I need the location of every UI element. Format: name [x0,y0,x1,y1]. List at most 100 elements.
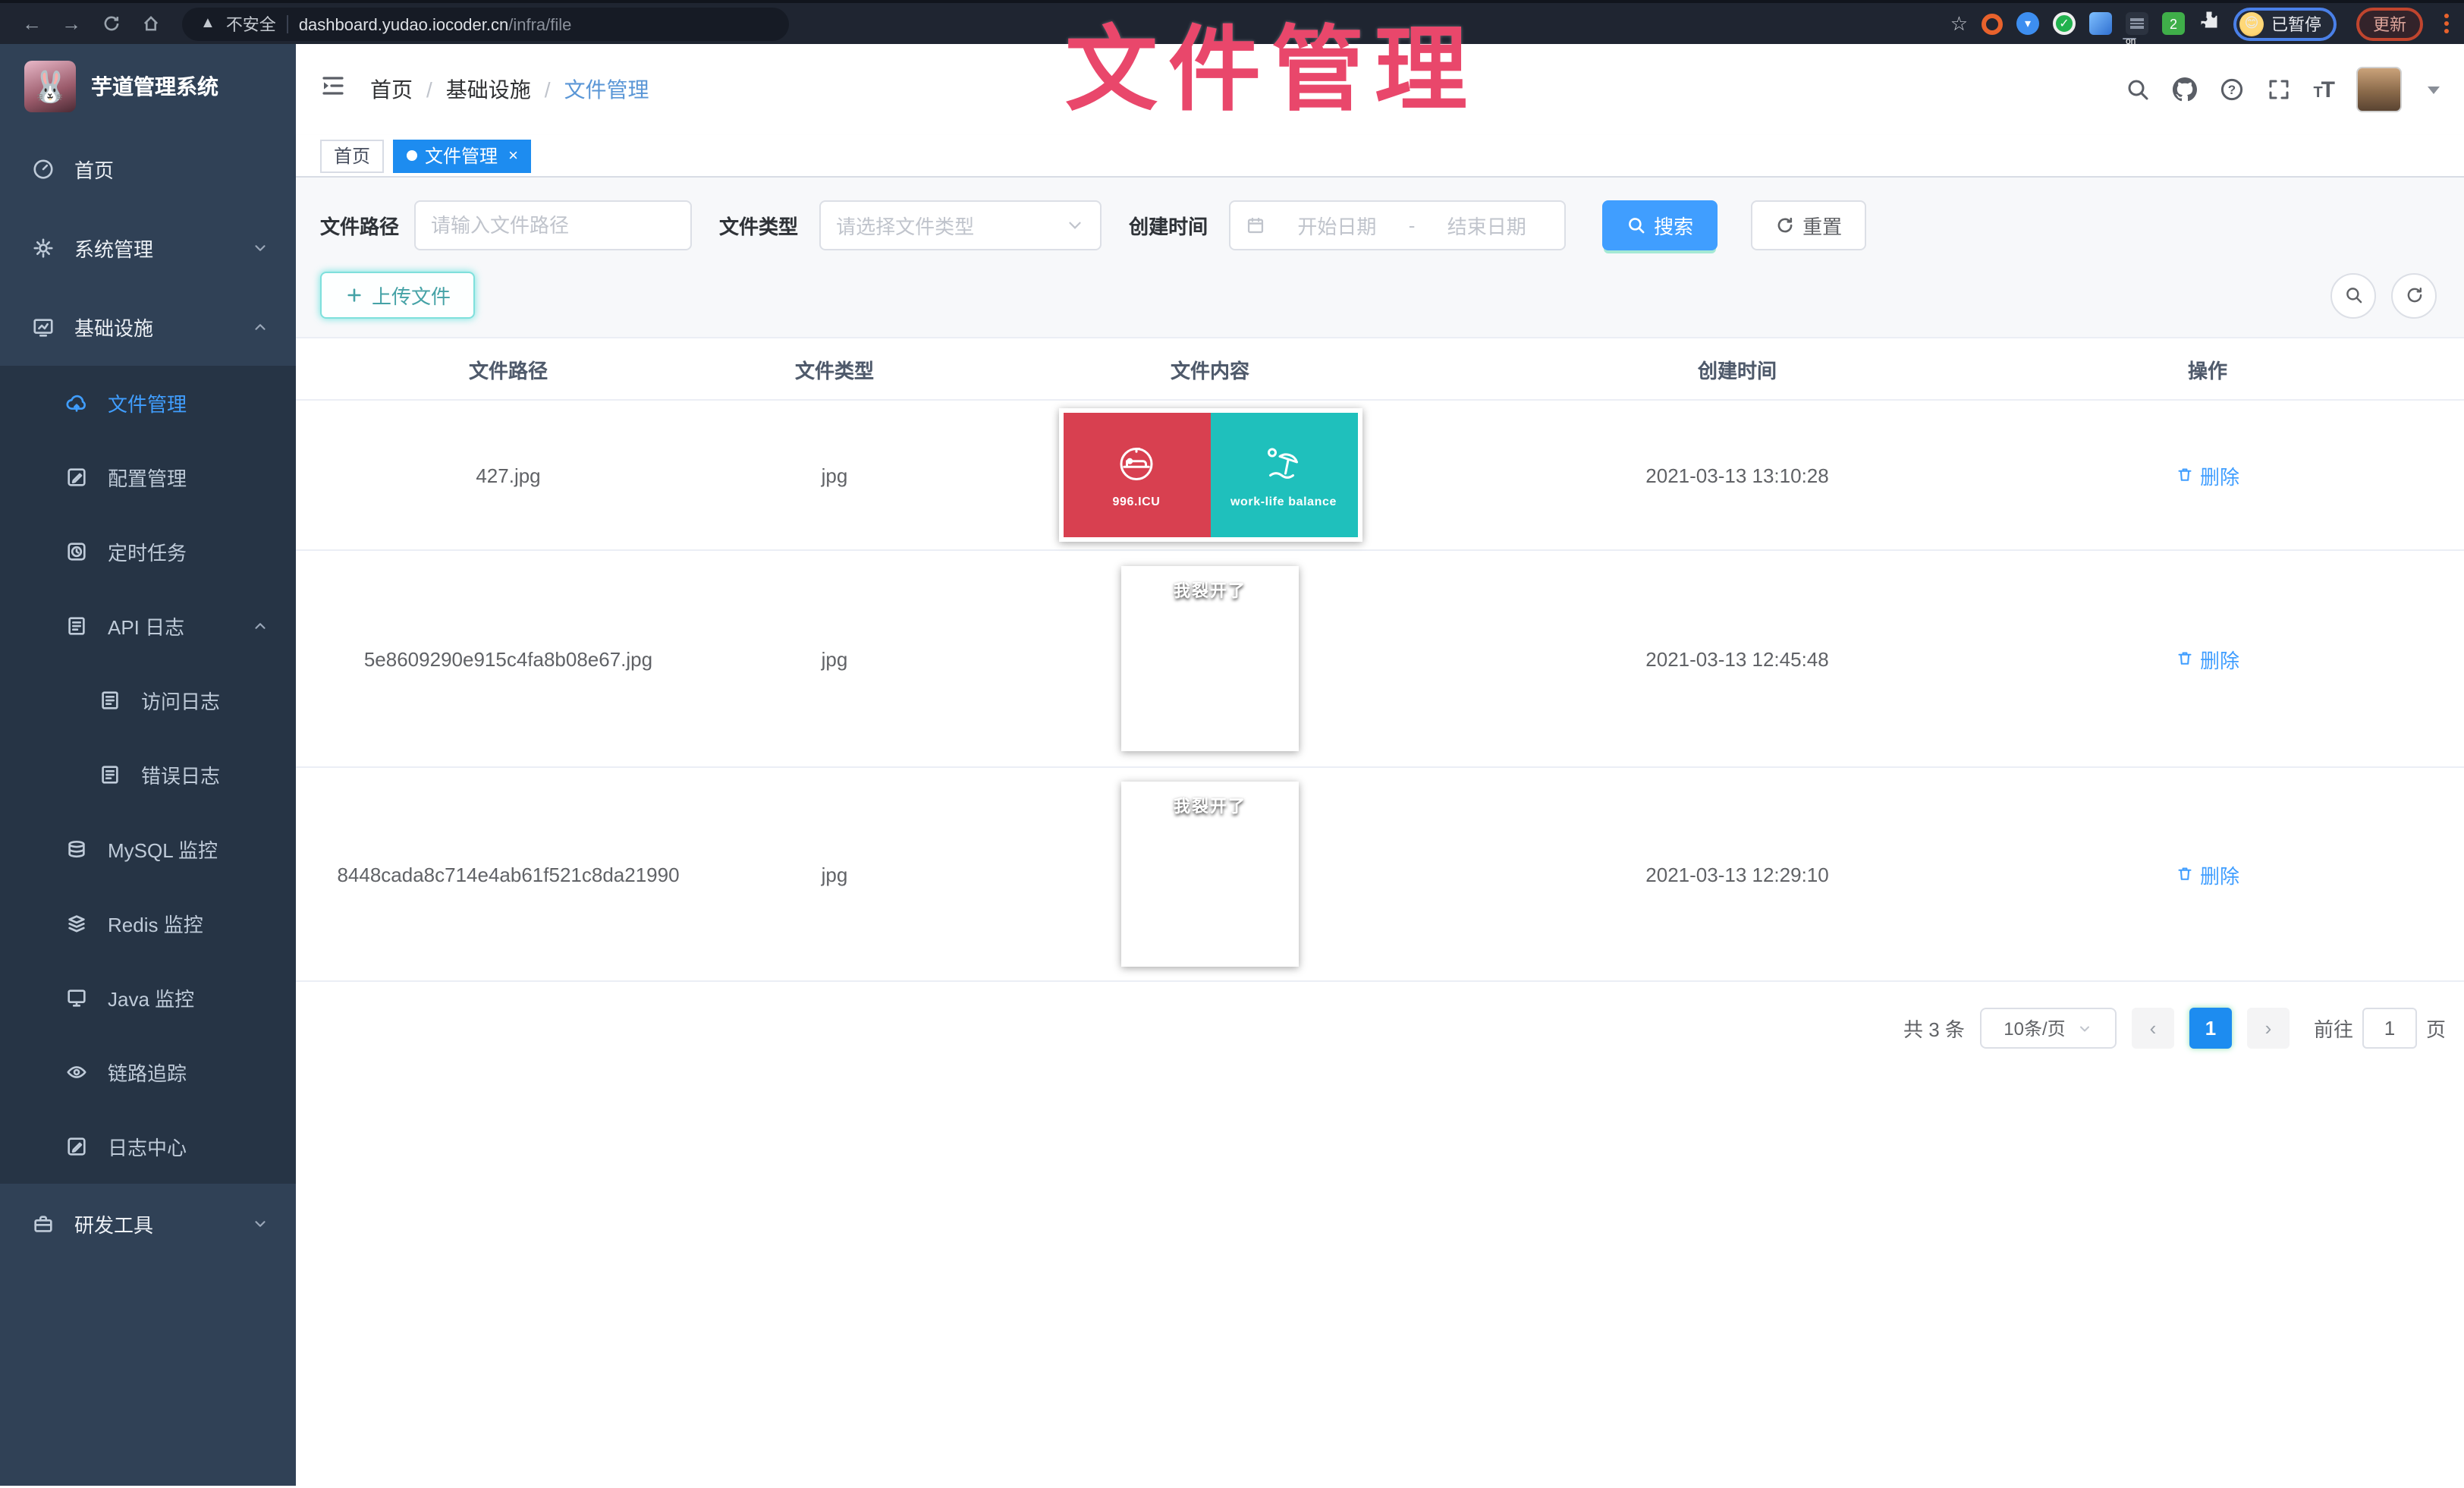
url-path: /infra/file [508,16,571,34]
refresh-icon [2404,285,2424,305]
font-size-icon[interactable]: TT [2313,77,2334,102]
address-bar[interactable]: ▲ 不安全 dashboard.yudao.iocoder.cn/infra/f… [182,7,789,40]
tag-file-management[interactable]: 文件管理× [393,139,532,172]
delete-button[interactable]: 删除 [2176,860,2239,889]
delete-button[interactable]: 删除 [2176,461,2239,489]
table-row: 5e8609290e915c4fa8b08e67.jpg jpg 我裂开了 20… [296,551,2464,768]
app-logo[interactable]: 🐰 芋道管理系统 [0,44,296,129]
next-page-button[interactable]: › [2247,1008,2290,1049]
sidebar-item-api-logs[interactable]: API 日志 [0,589,296,663]
header-search-icon[interactable] [2125,77,2149,102]
sidebar-item-error-logs[interactable]: 错误日志 [0,738,296,812]
breadcrumb-infrastructure: 基础设施 [446,74,531,105]
log-icon [99,689,121,712]
goto-label: 前往 [2314,1014,2353,1043]
edit-square-icon [65,466,88,489]
browser-home-button[interactable] [134,7,167,40]
trash-icon [2176,650,2194,668]
sidebar-item-log-center[interactable]: 日志中心 [0,1109,296,1184]
file-type-select[interactable]: 请选择文件类型 [819,200,1102,250]
toggle-search-button[interactable] [2330,272,2376,318]
search-icon [1626,215,1646,235]
browser-refresh-button[interactable] [94,7,127,40]
refresh-table-button[interactable] [2391,272,2437,318]
extension-list-icon[interactable]: on [2126,12,2148,35]
sidebar-item-access-logs[interactable]: 访问日志 [0,663,296,738]
log-icon [65,615,88,637]
on-badge: on [2123,37,2136,39]
page-size-select[interactable]: 10条/页 [1980,1008,2117,1049]
avatar-caret-icon[interactable] [2428,86,2440,93]
profile-paused-badge[interactable]: 😊已暂停 [2233,7,2337,40]
profile-avatar: 😊 [2239,11,2264,36]
sidebar-item-scheduled-tasks[interactable]: 定时任务 [0,514,296,589]
file-path-label: 文件路径 [320,211,399,240]
sidebar-item-dev-tools[interactable]: 研发工具 [0,1184,296,1263]
log-icon [99,763,121,786]
extension-blue-icon[interactable]: ▾ [2016,12,2039,35]
sidebar-item-home[interactable]: 首页 [0,129,296,208]
delete-button[interactable]: 删除 [2176,644,2239,673]
extension-orange-ring-icon[interactable] [1982,13,2003,34]
app-logo-image: 🐰 [24,61,76,112]
page-1-button[interactable]: 1 [2189,1008,2232,1049]
prev-page-button[interactable]: ‹ [2132,1008,2174,1049]
cell-type: jpg [721,464,948,486]
reset-button[interactable]: 重置 [1751,200,1866,250]
fullscreen-icon[interactable] [2266,77,2290,102]
sidebar-item-java-monitor[interactable]: Java 监控 [0,961,296,1035]
extension-green-2-icon[interactable]: 2 [2162,12,2185,35]
browser-chrome: ← → ▲ 不安全 dashboard.yudao.iocoder.cn/inf… [0,0,2464,44]
table-row: 427.jpg jpg 996.ICU [296,401,2464,551]
cell-path: 5e8609290e915c4fa8b08e67.jpg [296,647,721,670]
start-date-placeholder: 开始日期 [1274,211,1400,240]
sidebar-item-redis-monitor[interactable]: Redis 监控 [0,886,296,961]
breadcrumb-home[interactable]: 首页 [370,74,413,105]
chevron-up-icon [252,618,269,634]
browser-forward-button[interactable]: → [55,7,88,40]
help-icon[interactable]: ? [2219,77,2243,102]
sidebar-item-infrastructure[interactable]: 基础设施 [0,287,296,366]
file-path-input-wrap [414,200,692,250]
file-path-input[interactable] [431,214,675,237]
database-icon [65,838,88,860]
col-header-created: 创建时间 [1472,354,2003,383]
sidebar-item-config-management[interactable]: 配置管理 [0,440,296,514]
tag-home[interactable]: 首页 [320,139,384,172]
extension-green-check-icon[interactable]: ✓ [2053,12,2076,35]
sidebar-item-file-management[interactable]: 文件管理 [0,366,296,440]
file-preview-image[interactable]: 我裂开了 [1121,566,1299,751]
browser-update-button[interactable]: 更新 [2356,7,2423,40]
chevron-down-icon [1065,215,1085,235]
address-divider [287,14,288,33]
file-preview-image[interactable]: 996.ICU work-life balance [1058,408,1362,542]
chevron-down-icon [2078,1021,2093,1036]
table-row: 8448cada8c714e4ab61f521c8da21990 jpg 我裂开… [296,768,2464,982]
browser-back-button[interactable]: ← [15,7,49,40]
refresh-icon [1775,215,1795,235]
search-button[interactable]: 搜索 [1602,200,1718,250]
sidebar-item-system[interactable]: 系统管理 [0,208,296,287]
user-avatar[interactable] [2356,67,2402,112]
extension-gem-icon[interactable] [2089,12,2112,35]
breadcrumb-current: 文件管理 [564,74,649,105]
cell-path: 427.jpg [296,464,721,486]
security-label[interactable]: 不安全 [226,11,276,36]
goto-page-input[interactable]: 1 [2362,1008,2417,1049]
upload-file-button[interactable]: 上传文件 [320,272,475,319]
close-tag-icon[interactable]: × [508,146,518,165]
sidebar: 🐰 芋道管理系统 首页 系统管理 基础设施 文件管理 [0,44,296,1486]
extensions-puzzle-icon[interactable] [2198,9,2220,38]
pagination: 共 3 条 10条/页 ‹ 1 › 前往 1 页 [296,982,2464,1074]
bookmark-star-icon[interactable]: ☆ [1950,11,1968,36]
browser-menu-icon[interactable] [2444,14,2449,33]
breadcrumb: 首页 / 基础设施 / 文件管理 [370,74,649,105]
github-icon[interactable] [2172,77,2196,102]
infrastructure-icon [32,315,55,338]
sidebar-item-mysql-monitor[interactable]: MySQL 监控 [0,812,296,886]
date-range-picker[interactable]: 开始日期 - 结束日期 [1229,200,1566,250]
sidebar-item-tracing[interactable]: 链路追踪 [0,1035,296,1109]
cell-type: jpg [721,647,948,670]
file-preview-image[interactable]: 我裂开了 [1121,782,1299,967]
sidebar-toggle-button[interactable] [320,73,346,106]
